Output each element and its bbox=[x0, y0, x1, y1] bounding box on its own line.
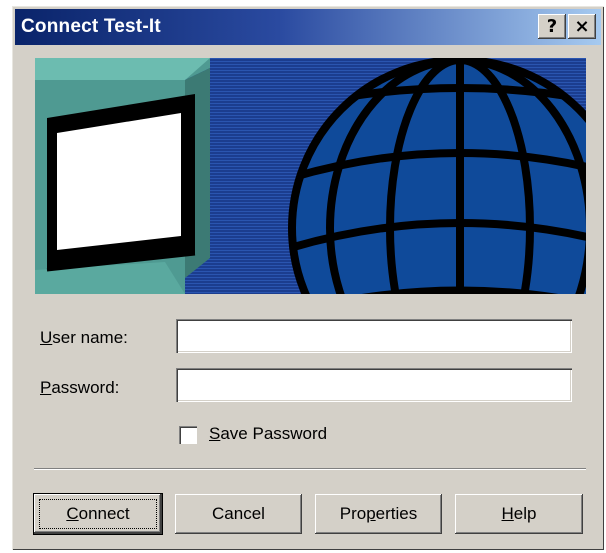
username-input[interactable] bbox=[176, 319, 572, 353]
save-password-checkbox[interactable] bbox=[179, 426, 197, 444]
monitor-icon bbox=[35, 58, 210, 294]
save-password-label[interactable]: Save Password bbox=[209, 424, 327, 444]
password-input[interactable] bbox=[176, 368, 572, 402]
properties-button[interactable]: Pro p erties bbox=[315, 494, 442, 534]
dialup-banner-image bbox=[35, 58, 586, 294]
connect-button[interactable]: Connect bbox=[33, 493, 163, 535]
separator bbox=[34, 468, 586, 470]
connect-dialog: Connect Test-It ? × User name: Password:… bbox=[12, 6, 604, 550]
save-password-label-text: ave Password bbox=[220, 424, 328, 443]
cancel-button[interactable]: Cancel bbox=[175, 494, 302, 534]
username-label: User name: bbox=[40, 328, 128, 347]
help-title-button[interactable]: ? bbox=[538, 14, 566, 39]
connect-button-text: onnect bbox=[78, 504, 130, 523]
help-button[interactable]: Help bbox=[455, 494, 583, 534]
help-button-text: elp bbox=[513, 504, 537, 523]
window-title: Connect Test-It bbox=[21, 16, 161, 37]
close-button[interactable]: × bbox=[568, 14, 596, 39]
properties-button-text-b: erties bbox=[375, 504, 418, 523]
properties-button-text-a: Pro bbox=[339, 504, 367, 523]
username-label-text: ser name: bbox=[52, 328, 128, 347]
title-bar[interactable]: Connect Test-It ? × bbox=[15, 9, 601, 45]
password-label: Password: bbox=[40, 378, 120, 397]
password-label-text: assword: bbox=[51, 378, 120, 397]
